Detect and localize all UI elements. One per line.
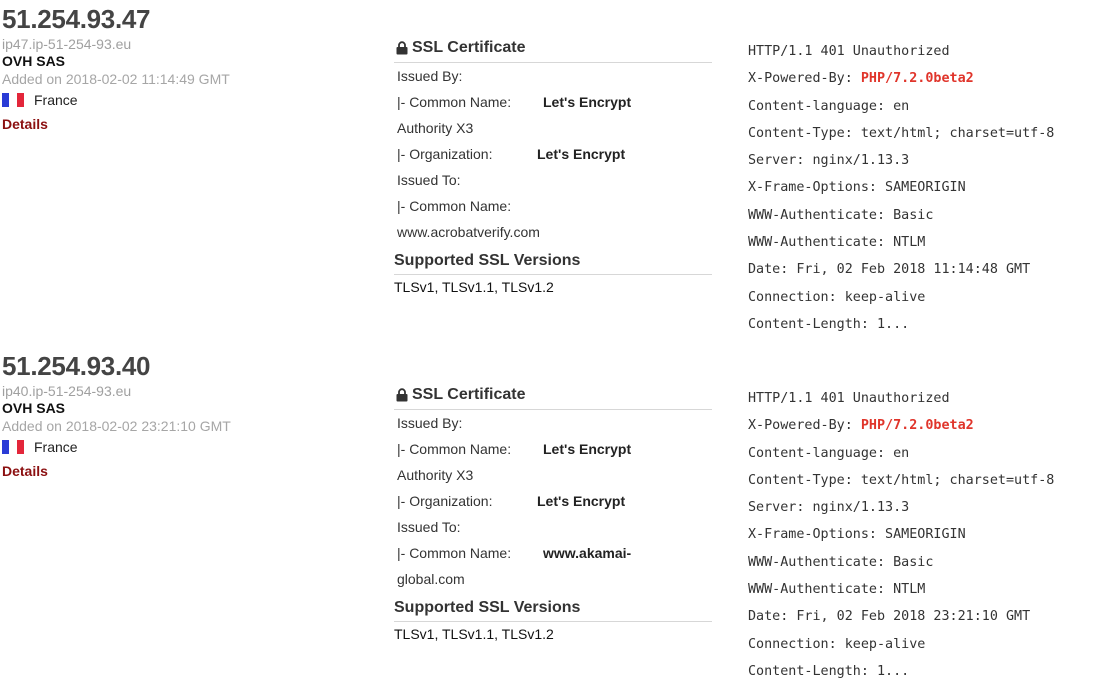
ssl-versions: TLSv1, TLSv1.1, TLSv1.2 [394, 279, 554, 295]
php-version-highlight: PHP/7.2.0beta2 [860, 71, 974, 87]
ssl-certificate-panel: SSL Certificate Issued By: |- Common Nam… [394, 38, 712, 297]
ssl-certificate-panel: SSL Certificate Issued By: |- Common Nam… [394, 385, 712, 644]
banner-line: WWW-Authenticate: Basic [748, 207, 934, 223]
details-link[interactable]: Details [2, 462, 300, 480]
banner-line: X-Frame-Options: SAMEORIGIN [748, 527, 966, 543]
banner-line: Content-Type: text/html; charset=utf-8 [748, 472, 1055, 488]
country-name: France [34, 92, 78, 108]
banner-line: X-Frame-Options: SAMEORIGIN [748, 180, 966, 196]
banner-line: Date: Fri, 02 Feb 2018 23:21:10 GMT [748, 609, 1031, 625]
php-version-highlight: PHP/7.2.0beta2 [860, 418, 974, 434]
ip-address-link[interactable]: 51.254.93.47 [2, 4, 300, 34]
organization: OVH SAS [2, 53, 66, 69]
ip-address-link[interactable]: 51.254.93.40 [2, 351, 300, 381]
issuer-common-name: |- Common Name: Let's Encrypt [397, 94, 632, 110]
http-banner: HTTP/1.1 401 Unauthorized X-Powered-By: … [748, 38, 1116, 338]
http-banner: HTTP/1.1 401 Unauthorized X-Powered-By: … [748, 385, 1116, 685]
banner-line: Connection: keep-alive [748, 289, 926, 305]
banner-line: Content-Type: text/html; charset=utf-8 [748, 125, 1055, 141]
lock-icon [396, 388, 408, 402]
hostname: ip47.ip-51-254-93.eu [2, 36, 132, 52]
banner-line: Content-language: en [748, 445, 910, 461]
issuer-common-name: |- Common Name: Let's Encrypt [397, 441, 632, 457]
issued-to-label: Issued To: [397, 172, 461, 188]
supported-ssl-versions-heading: Supported SSL Versions [394, 251, 712, 275]
banner-line: Server: nginx/1.13.3 [748, 500, 910, 516]
host-summary: 51.254.93.47 ip47.ip-51-254-93.eu OVH SA… [0, 0, 300, 133]
banner-line: Content-Length: 1... [748, 316, 910, 332]
subject-common-name: |- Common Name: www.akamai- [397, 545, 632, 561]
issued-by-label: Issued By: [397, 68, 463, 84]
ssl-versions: TLSv1, TLSv1.1, TLSv1.2 [394, 626, 554, 642]
banner-status: HTTP/1.1 401 Unauthorized [748, 44, 950, 59]
host-summary: 51.254.93.40 ip40.ip-51-254-93.eu OVH SA… [0, 347, 300, 480]
subject-common-name-cont: www.acrobatverify.com [397, 224, 540, 240]
issued-by-label: Issued By: [397, 415, 463, 431]
subject-common-name: |- Common Name: [397, 198, 512, 214]
issuer-common-name-cont: Authority X3 [397, 120, 474, 136]
added-date: Added on 2018-02-02 11:14:49 GMT [2, 71, 230, 87]
issuer-organization: |- Organization: Let's Encrypt [397, 493, 626, 509]
banner-status: HTTP/1.1 401 Unauthorized [748, 391, 950, 406]
banner-line: WWW-Authenticate: Basic [748, 554, 934, 570]
issued-to-label: Issued To: [397, 519, 461, 535]
organization: OVH SAS [2, 400, 66, 416]
details-link[interactable]: Details [2, 115, 300, 133]
banner-powered-by: X-Powered-By: PHP/7.2.0beta2 [748, 71, 974, 87]
france-flag-icon [2, 440, 24, 454]
search-result: 51.254.93.40 ip40.ip-51-254-93.eu OVH SA… [0, 347, 1116, 692]
ssl-certificate-heading: SSL Certificate [394, 385, 712, 410]
subject-common-name-cont: global.com [397, 571, 465, 587]
ssl-certificate-heading: SSL Certificate [394, 38, 712, 63]
banner-line: Server: nginx/1.13.3 [748, 153, 910, 169]
banner-line: Content-Length: 1... [748, 663, 910, 679]
lock-icon [396, 41, 408, 55]
banner-line: Content-language: en [748, 98, 910, 114]
country: France [2, 438, 300, 456]
banner-powered-by: X-Powered-By: PHP/7.2.0beta2 [748, 418, 974, 434]
france-flag-icon [2, 93, 24, 107]
hostname: ip40.ip-51-254-93.eu [2, 383, 132, 399]
banner-line: WWW-Authenticate: NTLM [748, 582, 926, 598]
country: France [2, 91, 300, 109]
issuer-organization: |- Organization: Let's Encrypt [397, 146, 626, 162]
added-date: Added on 2018-02-02 23:21:10 GMT [2, 418, 231, 434]
search-result: 51.254.93.47 ip47.ip-51-254-93.eu OVH SA… [0, 0, 1116, 345]
banner-line: WWW-Authenticate: NTLM [748, 235, 926, 251]
country-name: France [34, 439, 78, 455]
issuer-common-name-cont: Authority X3 [397, 467, 474, 483]
banner-line: Connection: keep-alive [748, 636, 926, 652]
supported-ssl-versions-heading: Supported SSL Versions [394, 598, 712, 622]
banner-line: Date: Fri, 02 Feb 2018 11:14:48 GMT [748, 262, 1031, 278]
